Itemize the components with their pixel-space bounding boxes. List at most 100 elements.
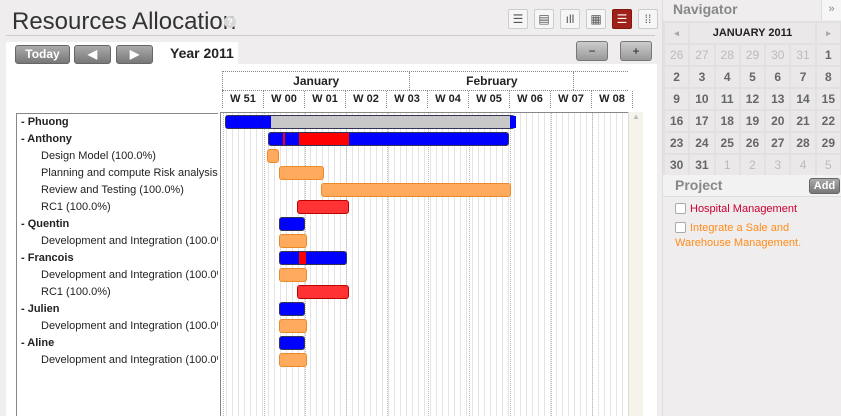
calendar-day[interactable]: 6 xyxy=(764,65,792,89)
bar-segment xyxy=(225,116,271,128)
calendar-day[interactable]: 11 xyxy=(713,87,741,111)
calendar-day[interactable]: 22 xyxy=(814,109,841,133)
calendar-day[interactable]: 29 xyxy=(814,131,841,155)
calendar-day[interactable]: 1 xyxy=(713,153,741,177)
calendar-day[interactable]: 30 xyxy=(764,43,792,67)
resource-bar[interactable] xyxy=(224,115,516,129)
project-header: Project Add xyxy=(663,175,841,197)
calendar-view-button[interactable]: ▦ xyxy=(586,9,606,29)
calendar-day[interactable]: 8 xyxy=(814,65,841,89)
task-row[interactable]: Development and Integration (100.0%) xyxy=(17,318,218,335)
task-row[interactable]: RC1 (100.0%) xyxy=(17,199,218,216)
today-button[interactable]: Today xyxy=(15,45,70,64)
resource-row[interactable]: - Quentin xyxy=(17,216,218,233)
task-bar[interactable] xyxy=(296,285,349,299)
task-row[interactable]: Planning and compute Risk analysis, Time… xyxy=(17,165,218,182)
calendar-day[interactable]: 30 xyxy=(662,153,691,177)
resource-row[interactable]: - Anthony xyxy=(17,131,218,148)
calendar-day[interactable]: 1 xyxy=(814,43,841,67)
task-bar[interactable] xyxy=(279,234,307,248)
calendar-day[interactable]: 31 xyxy=(688,153,716,177)
resource-bar[interactable] xyxy=(279,336,305,350)
calendar-day[interactable]: 25 xyxy=(713,131,741,155)
task-row[interactable]: Development and Integration (100.0%) xyxy=(17,233,218,250)
calendar-day[interactable]: 2 xyxy=(738,153,767,177)
calendar-day[interactable]: 21 xyxy=(789,109,817,133)
calendar-day[interactable]: 10 xyxy=(688,87,716,111)
prev-button[interactable]: ◀ xyxy=(74,45,111,64)
bar-segment xyxy=(298,252,306,264)
task-bar[interactable] xyxy=(279,268,307,282)
calendar-day[interactable]: 29 xyxy=(738,43,767,67)
add-project-button[interactable]: Add xyxy=(809,178,840,194)
calendar-day[interactable]: 27 xyxy=(764,131,792,155)
calendar-day[interactable]: 5 xyxy=(738,65,767,89)
next-button[interactable]: ▶ xyxy=(116,45,153,64)
project-item[interactable]: Integrate a Sale and Warehouse Managemen… xyxy=(675,221,835,251)
calendar-day[interactable]: 26 xyxy=(738,131,767,155)
gantt-view-button[interactable]: ☰ xyxy=(612,9,632,29)
calendar-day[interactable]: 20 xyxy=(764,109,792,133)
zoom-out-button[interactable]: − xyxy=(576,41,608,61)
resource-bar[interactable] xyxy=(268,132,509,146)
calendar-day[interactable]: 15 xyxy=(814,87,841,111)
calendar-day[interactable]: 16 xyxy=(662,109,691,133)
task-row[interactable]: Development and Integration (100.0%) xyxy=(17,267,218,284)
resource-row[interactable]: - Phuong xyxy=(17,114,218,131)
resource-row[interactable]: - Francois xyxy=(17,250,218,267)
zoom-in-button[interactable]: + xyxy=(620,41,652,61)
calendar-day[interactable]: 12 xyxy=(738,87,767,111)
list-view-button[interactable]: ☰ xyxy=(508,9,528,29)
calendar-day[interactable]: 23 xyxy=(662,131,691,155)
task-row[interactable]: RC1 (100.0%) xyxy=(17,284,218,301)
calendar-day[interactable]: 17 xyxy=(688,109,716,133)
task-bar[interactable] xyxy=(266,149,280,163)
task-row[interactable]: Review and Testing (100.0%) xyxy=(17,182,218,199)
month-header: January February xyxy=(222,71,628,90)
task-bar[interactable] xyxy=(279,353,307,367)
bar-segment xyxy=(282,133,285,145)
collapse-button[interactable]: » xyxy=(821,0,841,20)
calendar-day[interactable]: 4 xyxy=(789,153,817,177)
calendar-day[interactable]: 13 xyxy=(764,87,792,111)
calendar-day[interactable]: 18 xyxy=(713,109,741,133)
calendar-day[interactable]: 3 xyxy=(764,153,792,177)
next-month-button[interactable]: ▸ xyxy=(814,21,841,45)
graph-view-button[interactable]: ıll xyxy=(560,9,580,29)
resource-bar[interactable] xyxy=(279,251,348,265)
resource-bar[interactable] xyxy=(279,217,305,231)
calendar-day[interactable]: 24 xyxy=(688,131,716,155)
calendar-day[interactable]: 31 xyxy=(789,43,817,67)
calendar-day[interactable]: 28 xyxy=(713,43,741,67)
help-icon[interactable]: ? xyxy=(224,16,236,28)
kanban-view-button[interactable]: ⁞⁞ xyxy=(638,9,658,29)
project-checkbox[interactable] xyxy=(675,222,686,233)
calendar-day[interactable]: 14 xyxy=(789,87,817,111)
project-checkbox[interactable] xyxy=(675,203,686,214)
calendar-day[interactable]: 2 xyxy=(662,65,691,89)
resource-row[interactable]: - Aline xyxy=(17,335,218,352)
task-bar[interactable] xyxy=(279,319,307,333)
calendar-day[interactable]: 4 xyxy=(713,65,741,89)
calendar-day[interactable]: 7 xyxy=(789,65,817,89)
calendar-day[interactable]: 3 xyxy=(688,65,716,89)
calendar-day[interactable]: 5 xyxy=(814,153,841,177)
task-row[interactable]: Development and Integration (100.0%) xyxy=(17,352,218,369)
task-row[interactable]: Design Model (100.0%) xyxy=(17,148,218,165)
calendar-day[interactable]: 28 xyxy=(789,131,817,155)
resource-bar[interactable] xyxy=(279,302,305,316)
calendar-day[interactable]: 19 xyxy=(738,109,767,133)
task-bar[interactable] xyxy=(279,166,324,180)
task-bar[interactable] xyxy=(296,200,349,214)
resource-row[interactable]: - Julien xyxy=(17,301,218,318)
calendar-day[interactable]: 9 xyxy=(662,87,691,111)
task-bar[interactable] xyxy=(320,183,511,197)
project-item[interactable]: Hospital Management xyxy=(675,202,835,217)
calendar-day[interactable]: 27 xyxy=(688,43,716,67)
vertical-scrollbar[interactable]: ▲ xyxy=(628,112,643,416)
calendar-day[interactable]: 26 xyxy=(662,43,691,67)
prev-month-button[interactable]: ◂ xyxy=(662,21,691,45)
calendar-month: JANUARY 2011 xyxy=(688,21,817,45)
week-gridline xyxy=(346,113,347,416)
grid-view-button[interactable]: ▤ xyxy=(534,9,554,29)
